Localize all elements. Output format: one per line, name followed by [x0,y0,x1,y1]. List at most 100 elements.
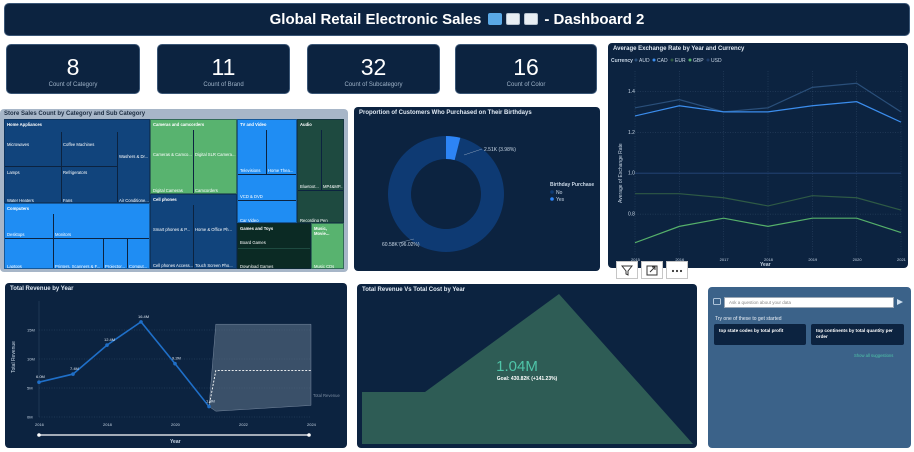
kpi-value: 1.04M [496,358,538,375]
treemap-home-appliances[interactable]: Home Appliances Microwaves Coffee Machin… [4,119,150,203]
treemap-label: Televisions [240,168,261,173]
focus-mode-icon[interactable] [641,261,663,279]
revenue-point-label: 1.8M [206,399,215,404]
revenue-point[interactable] [71,372,75,376]
revenue-xtick: 2018 [103,422,113,427]
treemap-label: Washers & Dr... [119,154,149,159]
revenue-xtick: 2022 [239,422,249,427]
legend-marker-usd [706,58,710,62]
fx-xtick: 2020 [853,257,863,262]
treemap-label: Projector... [105,264,126,269]
revenue-point[interactable] [37,380,41,384]
revenue-point-label: 16.4M [138,314,149,319]
treemap-label: Laptops [7,264,22,269]
treemap-tv-video[interactable]: TV and Video Televisions Home Thea... VC… [237,119,297,223]
fx-xtick: 2021 [897,257,907,262]
treemap-cameras[interactable]: Cameras and camcorders Cameras & Camco..… [150,119,237,194]
treemap-label: Monitors [55,232,72,237]
qa-suggestion-profit[interactable]: top state codes by total profit [714,324,806,345]
treemap-label: Lamps [7,170,20,175]
treemap-label: Digital SLR Camera... [195,152,236,157]
revenue-xlabel: Year [170,439,181,445]
legend-no[interactable]: No [556,190,563,196]
revenue-panel: Total Revenue by Year 15M 10M 5M 0M 2016 2018… [5,283,347,448]
treemap-label: Cell phones Access... [153,263,194,268]
kpi-label: Count of Color [506,82,546,88]
fx-chart: Currency AUD CAD EUR GBP USD 1.4 1.2 1.0 0.8 201… [611,58,907,268]
legend-item-cad[interactable]: CAD [657,58,668,64]
legend-marker-gbp [688,58,692,62]
legend-yes[interactable]: Yes [556,197,565,203]
kpi-label: Count of Category [48,82,98,88]
treemap-label: Audio [300,122,312,127]
revenue-ylabel: Total Revenue [11,341,17,373]
scroll-handle-right[interactable] [307,433,311,437]
revenue-point-label: 7.4M [70,366,79,371]
treemap-body: Home Appliances Microwaves Coffee Machin… [4,119,344,269]
dashboard-title: Global Retail Electronic Sales - Dashboa… [4,3,910,36]
revenue-point[interactable] [139,320,143,324]
treemap-label: Cameras & Camco... [153,152,192,157]
revenue-xtick: 2020 [171,422,181,427]
fx-series-aud[interactable] [634,82,902,113]
qa-panel: Ask a question about your data Try one o… [708,287,911,448]
qa-suggestion-quantity[interactable]: top continents by total quantity per ord… [811,324,904,345]
revenue-cost-chart: 1.04M Goal: 430.82K (+141.23%) [362,294,693,444]
kpi-card-color: 16 Count of Color [455,44,597,94]
revenue-point[interactable] [105,343,109,347]
donut-panel: Proportion of Customers Who Purchased on… [354,107,600,271]
show-all-suggestions-link[interactable]: Show all suggestions [854,353,893,358]
scroll-handle-left[interactable] [37,433,41,437]
legend-title: Birthday Purchase [550,182,594,188]
treemap-computers[interactable]: Computers Desktops Monitors Laptops Prin… [4,203,150,269]
treemap-label: Board Games [240,240,266,245]
treemap-label: Home & Office Ph... [195,227,232,232]
treemap-audio[interactable]: Audio Bluetoot... MP4&MP... Recording Pe… [297,119,344,223]
qa-search-input[interactable]: Ask a question about your data [724,297,894,308]
fx-panel: Average Exchange Rate by Year and Curren… [608,43,908,268]
filter-icon[interactable] [616,261,638,279]
treemap-label: Digital Cameras [153,188,183,193]
more-options-icon[interactable] [666,261,688,279]
revenue-point-label: 12.4M [104,337,115,342]
fx-xlabel: Year [760,262,771,268]
kpi-goal: Goal: 430.82K (+141.23%) [497,376,558,382]
kpi-card-subcategory: 32 Count of Subcategory [307,44,440,94]
legend-item-usd[interactable]: USD [711,58,722,64]
treemap-games[interactable]: Games and Toys Board Games Download Game… [237,223,311,269]
revenue-point-label: 9.2M [172,356,181,361]
treemap-label: Touch Screen Pho... [195,263,233,268]
revenue-point[interactable] [173,361,177,366]
trend-icon [504,11,522,28]
treemap-label: Music, Movie... [314,226,330,236]
legend-item-aud[interactable]: AUD [639,58,650,64]
treemap-label: Refrigerators [63,170,88,175]
treemap-cell-phones[interactable]: Cell phones Smart phones & P... Home & O… [150,194,237,269]
revenue-point[interactable] [207,404,211,409]
kpi-value: 16 [513,54,539,80]
treemap-label: Microwaves [7,142,30,147]
legend-item-gbp[interactable]: GBP [693,58,704,64]
treemap-label: Music CDs [314,264,335,269]
kpi-value: 11 [211,54,236,80]
title-suffix: - Dashboard 2 [544,11,645,28]
treemap-label: TV and Video [240,122,267,127]
kpi-label: Count of Brand [203,82,244,88]
treemap-label: Home Appliances [7,122,42,127]
treemap-label: Home Thea... [268,168,294,173]
treemap-label: Computers [7,206,30,211]
treemap-label: Comput... [129,264,148,269]
treemap-label: Cameras and camcorders [153,122,205,127]
fx-xtick: 2019 [808,257,818,262]
donut-chart: 2.51K (3.98%) 60.58K (96.02%) Birthday P… [382,136,594,252]
treemap-label: VCD & DVD [240,194,263,199]
treemap-label: MP4&MP... [323,184,344,189]
revenue-ytick: 5M [27,386,33,391]
treemap-label: Desktops [7,232,25,237]
treemap-music[interactable]: Music, Movie... Music CDs [311,223,344,269]
legend-item-eur[interactable]: EUR [675,58,686,64]
send-icon[interactable] [896,298,904,306]
kpi-label: Count of Subcategory [344,82,403,88]
treemap-panel: Store Sales Count by Category and Sub Ca… [0,109,348,272]
fx-ylabel: Average of Exchange Rate [618,143,624,203]
